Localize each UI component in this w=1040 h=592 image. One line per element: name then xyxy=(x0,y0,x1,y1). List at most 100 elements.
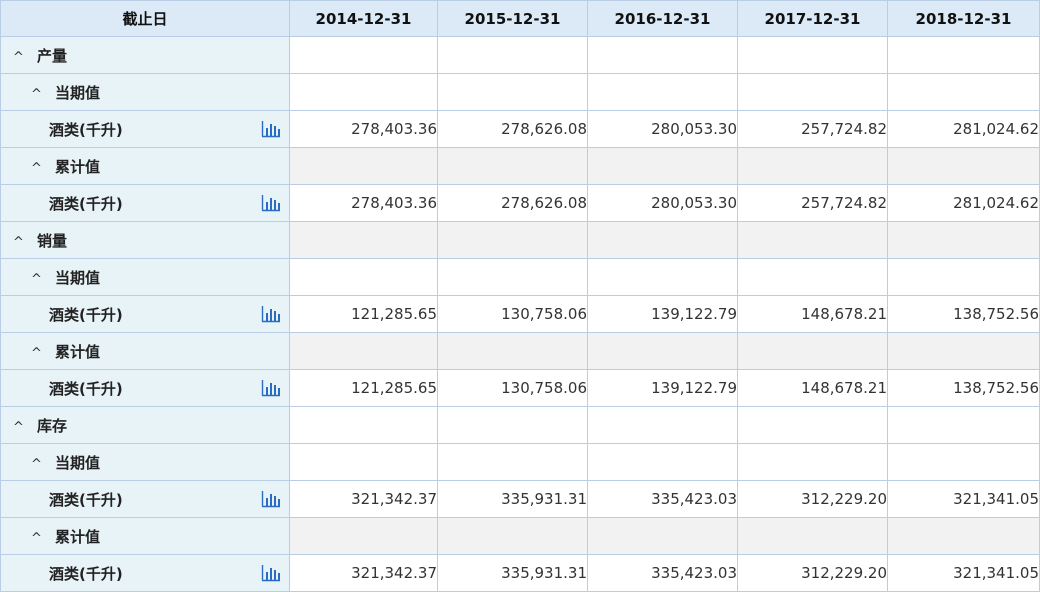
bar-chart-icon[interactable] xyxy=(261,379,281,397)
group-toggle[interactable]: ^ 产量 xyxy=(0,36,290,74)
group-row: ^ 当期值 xyxy=(0,258,1040,296)
value-cell: 121,285.65 xyxy=(289,295,438,333)
bar-chart-icon[interactable] xyxy=(261,194,281,212)
row-label-wrap: 酒类(千升) xyxy=(49,304,289,325)
data-row: 酒类(千升) 278,403.36 278,626.08 280,053.30 257,… xyxy=(0,110,1040,148)
value-cell: 335,423.03 xyxy=(587,480,738,518)
value-cell: 257,724.82 xyxy=(737,110,888,148)
value-cell xyxy=(737,517,888,555)
group-toggle[interactable]: ^ 当期值 xyxy=(0,258,290,296)
row-label-cell: 酒类(千升) xyxy=(0,295,290,333)
group-toggle[interactable]: ^ 累计值 xyxy=(0,147,290,185)
row-label: 酒类(千升) xyxy=(49,305,123,324)
value-cell: 335,931.31 xyxy=(437,554,588,592)
value-cell: 281,024.62 xyxy=(887,184,1040,222)
data-row: 酒类(千升) 321,342.37 335,931.31 335,423.03 312,… xyxy=(0,554,1040,592)
value-cell xyxy=(887,443,1040,481)
chevron-up-icon[interactable]: ^ xyxy=(31,161,47,176)
value-cell: 121,285.65 xyxy=(289,369,438,407)
value-cell: 278,626.08 xyxy=(437,110,588,148)
header-date: 2014-12-31 xyxy=(289,0,438,37)
group-toggle[interactable]: ^ 累计值 xyxy=(0,332,290,370)
value-cell: 321,341.05 xyxy=(887,480,1040,518)
chevron-up-icon[interactable]: ^ xyxy=(31,457,47,472)
chevron-up-icon[interactable]: ^ xyxy=(13,235,29,250)
group-row: ^ 当期值 xyxy=(0,443,1040,481)
row-label-cell: 酒类(千升) xyxy=(0,554,290,592)
value-cell: 280,053.30 xyxy=(587,184,738,222)
value-cell xyxy=(737,221,888,259)
group-label: 产量 xyxy=(37,46,68,65)
bar-chart-icon[interactable] xyxy=(261,305,281,323)
chevron-up-icon[interactable]: ^ xyxy=(13,50,29,65)
value-cell xyxy=(289,73,438,111)
row-label: 酒类(千升) xyxy=(49,120,123,139)
value-cell: 312,229.20 xyxy=(737,480,888,518)
value-cell xyxy=(289,332,438,370)
data-row: 酒类(千升) 121,285.65 130,758.06 139,122.79 148,… xyxy=(0,295,1040,333)
value-cell xyxy=(587,517,738,555)
value-cell xyxy=(887,36,1040,74)
value-cell: 257,724.82 xyxy=(737,184,888,222)
bar-chart-icon[interactable] xyxy=(261,490,281,508)
value-cell xyxy=(289,258,438,296)
group-toggle[interactable]: ^ 销量 xyxy=(0,221,290,259)
value-cell xyxy=(887,406,1040,444)
group-toggle[interactable]: ^ 库存 xyxy=(0,406,290,444)
chevron-up-icon[interactable]: ^ xyxy=(31,87,47,102)
group-row: ^ 当期值 xyxy=(0,73,1040,111)
row-label-wrap: 酒类(千升) xyxy=(49,119,289,140)
header-corner: 截止日 xyxy=(0,0,290,37)
bar-chart-icon[interactable] xyxy=(261,564,281,582)
group-toggle[interactable]: ^ 累计值 xyxy=(0,517,290,555)
value-cell: 335,931.31 xyxy=(437,480,588,518)
group-row: ^ 库存 xyxy=(0,406,1040,444)
chevron-up-icon[interactable]: ^ xyxy=(31,531,47,546)
group-label: 销量 xyxy=(37,231,68,250)
data-row: 酒类(千升) 121,285.65 130,758.06 139,122.79 148,… xyxy=(0,369,1040,407)
value-cell xyxy=(887,258,1040,296)
value-cell xyxy=(737,73,888,111)
group-row: ^ 累计值 xyxy=(0,147,1040,185)
data-row: 酒类(千升) 321,342.37 335,931.31 335,423.03 312,… xyxy=(0,480,1040,518)
value-cell: 278,403.36 xyxy=(289,110,438,148)
value-cell xyxy=(587,406,738,444)
value-cell xyxy=(737,332,888,370)
group-label: 累计值 xyxy=(55,342,101,361)
row-label: 酒类(千升) xyxy=(49,194,123,213)
value-cell xyxy=(587,147,738,185)
value-cell xyxy=(737,36,888,74)
value-cell xyxy=(887,332,1040,370)
value-cell xyxy=(437,73,588,111)
group-toggle[interactable]: ^ 当期值 xyxy=(0,73,290,111)
chevron-up-icon[interactable]: ^ xyxy=(13,420,29,435)
row-label-cell: 酒类(千升) xyxy=(0,480,290,518)
data-row: 酒类(千升) 278,403.36 278,626.08 280,053.30 257,… xyxy=(0,184,1040,222)
value-cell xyxy=(437,443,588,481)
value-cell: 139,122.79 xyxy=(587,369,738,407)
value-cell: 148,678.21 xyxy=(737,295,888,333)
chevron-up-icon[interactable]: ^ xyxy=(31,272,47,287)
row-label-wrap: 酒类(千升) xyxy=(49,378,289,399)
value-cell: 148,678.21 xyxy=(737,369,888,407)
group-label: 当期值 xyxy=(55,268,101,287)
header-row: 截止日 2014-12-31 2015-12-31 2016-12-31 2017-1… xyxy=(0,0,1040,37)
value-cell xyxy=(437,221,588,259)
value-cell xyxy=(887,517,1040,555)
bar-chart-icon[interactable] xyxy=(261,120,281,138)
group-label: 当期值 xyxy=(55,83,101,102)
row-label: 酒类(千升) xyxy=(49,379,123,398)
chevron-up-icon[interactable]: ^ xyxy=(31,346,47,361)
value-cell xyxy=(289,406,438,444)
value-cell: 281,024.62 xyxy=(887,110,1040,148)
group-toggle[interactable]: ^ 当期值 xyxy=(0,443,290,481)
group-label: 累计值 xyxy=(55,157,101,176)
value-cell: 130,758.06 xyxy=(437,369,588,407)
value-cell xyxy=(587,258,738,296)
value-cell xyxy=(289,443,438,481)
value-cell: 321,342.37 xyxy=(289,554,438,592)
value-cell: 280,053.30 xyxy=(587,110,738,148)
value-cell xyxy=(437,332,588,370)
value-cell xyxy=(289,517,438,555)
group-label: 库存 xyxy=(37,416,68,435)
